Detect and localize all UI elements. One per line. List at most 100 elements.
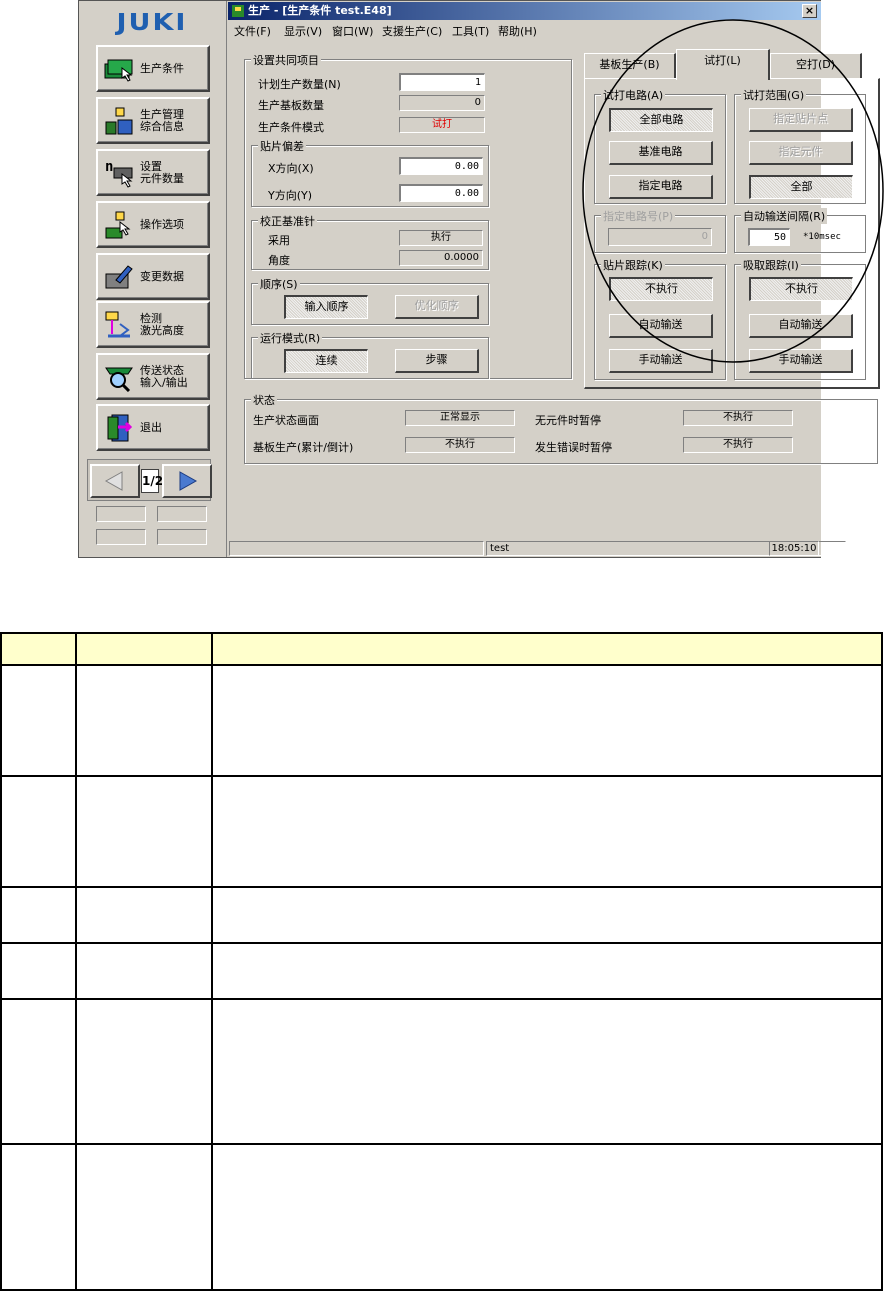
transfer-status-label: 传送状态 输入/输出: [140, 363, 188, 389]
laser-height-button[interactable]: 检测 激光高度: [96, 301, 210, 348]
step-button[interactable]: 步骤: [395, 349, 479, 373]
y-offset-input[interactable]: 0.00: [399, 184, 483, 202]
circuit-number-title: 指定电路号(P): [601, 208, 676, 224]
board-count-value: 0: [399, 95, 485, 111]
menu-help[interactable]: 帮助(H): [498, 23, 537, 39]
status-bar: test 18:05:10: [228, 539, 846, 557]
offset-group: 贴片偏差 X方向(X) 0.00 Y方向(Y) 0.00: [251, 138, 489, 207]
trial-circuit-group: 试打电路(A) 全部电路 基准电路 指定电路: [594, 87, 726, 204]
menu-support[interactable]: 支援生产(C): [382, 23, 442, 39]
tab-dry-run[interactable]: 空打(D): [770, 53, 862, 79]
transfer-status-button[interactable]: 传送状态 输入/输出: [96, 353, 210, 400]
placement-tracking-group: 贴片跟踪(K) 不执行 自动输送 手动输送: [594, 257, 726, 380]
base-circuit-button[interactable]: 基准电路: [609, 141, 713, 165]
placement-no-exec-button[interactable]: 不执行: [609, 277, 713, 301]
cumulative-value: 不执行: [405, 437, 515, 453]
x-offset-label: X方向(X): [268, 162, 314, 175]
table-row: [0, 775, 883, 888]
empty-cell: [96, 529, 146, 545]
side-panel: JUKI 生产条件 生产管理 综合信息 n 设置 元件数量 操作选项 变更数据 …: [79, 1, 227, 557]
x-offset-input[interactable]: 0.00: [399, 157, 483, 175]
next-page-button[interactable]: [162, 464, 212, 498]
common-settings-group: 设置共同项目 计划生产数量(N) 1 生产基板数量 0 生产条件模式 试打 贴片…: [244, 52, 572, 379]
prev-page-button[interactable]: [90, 464, 140, 498]
production-management-label: 生产管理 综合信息: [140, 107, 184, 133]
pickup-manual-feed-button[interactable]: 手动输送: [749, 349, 853, 373]
tab-board-production[interactable]: 基板生产(B): [584, 53, 676, 79]
trial-range-title: 试打范围(G): [741, 87, 807, 103]
pickup-auto-feed-button[interactable]: 自动输送: [749, 314, 853, 338]
empty-cell: [157, 506, 207, 522]
placement-auto-feed-button[interactable]: 自动输送: [609, 314, 713, 338]
mode-value: 试打: [399, 117, 485, 133]
optimize-order-button[interactable]: 优化顺序: [395, 295, 479, 319]
laser-height-label: 检测 激光高度: [140, 311, 184, 337]
status-group: 状态 生产状态画面 正常显示 无元件时暂停 不执行 基板生产(累计/倒计) 不执…: [244, 392, 878, 464]
menu-file[interactable]: 文件(F): [234, 23, 271, 39]
window-title: 生产 - [生产条件 test.E48]: [248, 4, 392, 17]
error-pause-label: 发生错误时暂停: [535, 441, 612, 454]
table-row: [0, 886, 883, 944]
angle-label: 角度: [268, 254, 290, 267]
trial-circuit-title: 试打电路(A): [601, 87, 666, 103]
production-condition-icon: [104, 59, 133, 82]
laser-height-icon: [105, 311, 130, 338]
table-row: [0, 998, 883, 1145]
specified-point-button[interactable]: 指定贴片点: [749, 108, 853, 132]
exit-button[interactable]: 退出: [96, 404, 210, 451]
production-condition-button[interactable]: 生产条件: [96, 45, 210, 92]
svg-text:n: n: [105, 159, 113, 175]
menu-view[interactable]: 显示(V): [284, 23, 322, 39]
exit-label: 退出: [140, 420, 162, 434]
change-data-button[interactable]: 变更数据: [96, 253, 210, 300]
all-circuits-button[interactable]: 全部电路: [609, 108, 713, 132]
app-icon: [232, 5, 244, 17]
placement-manual-feed-button[interactable]: 手动输送: [609, 349, 713, 373]
all-range-button[interactable]: 全部: [749, 175, 853, 199]
empty-cell: [96, 506, 146, 522]
circuit-number-input[interactable]: 0: [608, 228, 712, 246]
juki-logo: JUKI: [116, 9, 188, 36]
change-data-icon: [105, 265, 133, 289]
menu-tools[interactable]: 工具(T): [452, 23, 489, 39]
close-button[interactable]: ×: [802, 4, 817, 18]
arrow-left-icon: [104, 471, 123, 491]
angle-value: 0.0000: [399, 250, 483, 266]
pickup-no-exec-button[interactable]: 不执行: [749, 277, 853, 301]
pickup-tracking-title: 吸取跟踪(I): [741, 257, 801, 273]
change-data-label: 变更数据: [140, 269, 184, 283]
cumulative-label: 基板生产(累计/倒计): [253, 441, 354, 454]
operation-option-icon: [105, 211, 131, 239]
board-count-label: 生产基板数量: [258, 99, 324, 112]
specified-circuit-button[interactable]: 指定电路: [609, 175, 713, 199]
page-navigator: 1/2: [87, 459, 212, 501]
component-count-icon: n: [105, 159, 133, 188]
offset-title: 贴片偏差: [258, 138, 306, 154]
production-management-button[interactable]: 生产管理 综合信息: [96, 97, 210, 144]
plan-count-label: 计划生产数量(N): [258, 78, 341, 91]
continuous-button[interactable]: 连续: [284, 349, 368, 373]
error-pause-value: 不执行: [683, 437, 793, 453]
no-part-pause-label: 无元件时暂停: [535, 414, 601, 427]
adopt-value: 执行: [399, 230, 483, 246]
trial-range-group: 试打范围(G) 指定贴片点 指定元件 全部: [734, 87, 866, 204]
specified-component-button[interactable]: 指定元件: [749, 141, 853, 165]
placement-tracking-title: 贴片跟踪(K): [601, 257, 665, 273]
production-condition-label: 生产条件: [140, 61, 184, 75]
table-header-row: [0, 632, 883, 666]
reference-pin-title: 校正基准针: [258, 213, 317, 229]
input-order-button[interactable]: 输入顺序: [284, 295, 368, 319]
adopt-label: 采用: [268, 234, 290, 247]
interval-input[interactable]: 50: [748, 228, 790, 246]
circuit-number-group: 指定电路号(P) 0: [594, 208, 726, 253]
arrow-right-icon: [179, 471, 198, 491]
transfer-status-icon: [105, 367, 133, 392]
menu-window[interactable]: 窗口(W): [332, 23, 373, 39]
interval-unit: *10msec: [803, 232, 841, 242]
component-count-button[interactable]: n 设置 元件数量: [96, 149, 210, 196]
operation-option-button[interactable]: 操作选项: [96, 201, 210, 248]
tab-trial[interactable]: 试打(L): [676, 49, 770, 80]
description-table: [0, 632, 883, 1291]
plan-count-input[interactable]: 1: [399, 73, 485, 91]
trial-tab-panel: 试打电路(A) 全部电路 基准电路 指定电路 试打范围(G) 指定贴片点 指定元…: [584, 78, 880, 389]
